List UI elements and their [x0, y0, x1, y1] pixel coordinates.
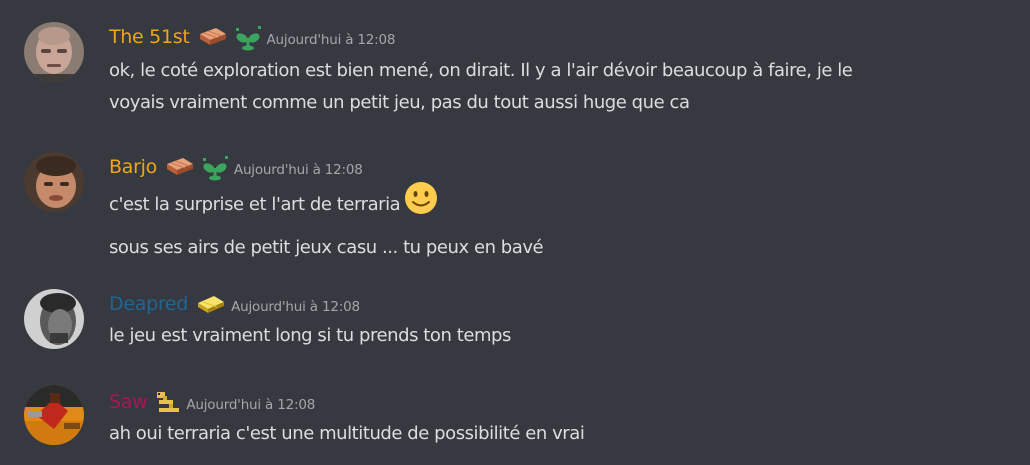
username[interactable]: Saw	[109, 391, 148, 413]
sprout-icon	[234, 26, 262, 51]
message-content: ah oui terraria c'est une multitude de p…	[109, 419, 585, 449]
message-line: ah oui terraria c'est une multitude de p…	[109, 423, 585, 444]
timestamp[interactable]: Aujourd'hui à 12:08	[186, 397, 315, 413]
message-content: ok, le coté exploration est bien mené, o…	[109, 56, 853, 118]
message-line: ok, le coté exploration est bien mené, o…	[109, 60, 853, 81]
username[interactable]: Deapred	[109, 293, 188, 315]
username[interactable]: Barjo	[109, 156, 157, 178]
brick-icon	[165, 156, 195, 178]
slightly-smiling-face-icon[interactable]	[404, 181, 438, 225]
brick-icon	[198, 26, 228, 48]
message-line: voyais vraiment comme un petit jeu, pas …	[109, 92, 690, 113]
avatar[interactable]	[24, 385, 84, 445]
message-line: le jeu est vraiment long si tu prends to…	[109, 325, 511, 346]
sprout-icon	[201, 156, 229, 181]
message-line: c'est la surprise et l'art de terraria	[109, 182, 543, 225]
message-line: sous ses airs de petit jeux casu ... tu …	[109, 237, 544, 258]
snake-icon	[155, 391, 181, 413]
username[interactable]: The 51st	[109, 26, 190, 48]
timestamp[interactable]: Aujourd'hui à 12:08	[231, 299, 360, 315]
avatar[interactable]	[24, 22, 84, 82]
gold-bar-icon	[196, 293, 226, 315]
timestamp[interactable]: Aujourd'hui à 12:08	[234, 162, 363, 178]
message-content: c'est la surprise et l'art de terraria s…	[109, 182, 544, 263]
avatar[interactable]	[24, 152, 84, 212]
avatar[interactable]	[24, 289, 84, 349]
timestamp[interactable]: Aujourd'hui à 12:08	[267, 32, 396, 48]
message-line-text: c'est la surprise et l'art de terraria	[109, 194, 401, 215]
message-content: le jeu est vraiment long si tu prends to…	[109, 321, 511, 351]
